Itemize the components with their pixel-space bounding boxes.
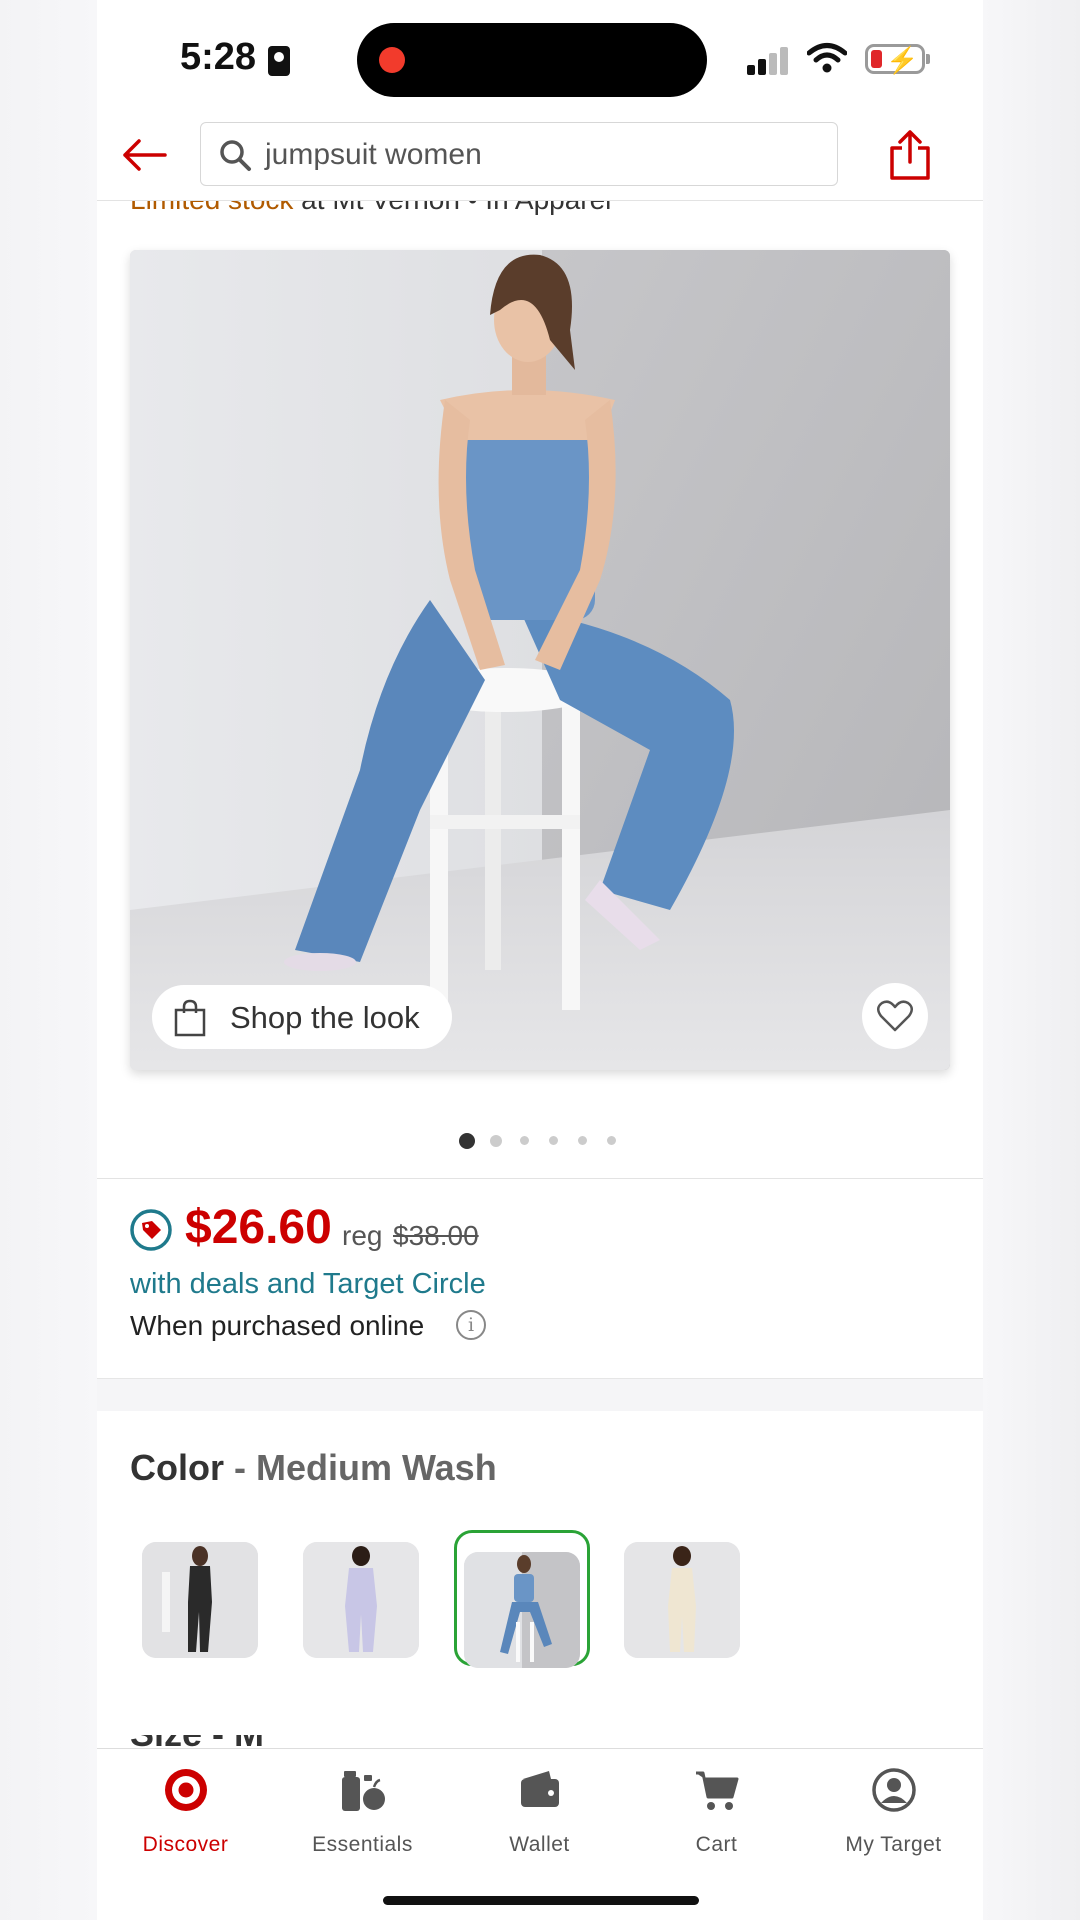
home-indicator (383, 1896, 699, 1905)
section-divider (97, 1178, 983, 1179)
swatch-image (142, 1542, 258, 1658)
swatch-image (303, 1542, 419, 1658)
status-time: 5:28 (180, 36, 257, 78)
section-separator-band (97, 1378, 983, 1411)
product-image[interactable]: Shop the look (130, 250, 950, 1070)
color-swatch-cream[interactable] (624, 1542, 740, 1658)
contact-card-icon (268, 46, 290, 76)
account-icon (872, 1768, 916, 1812)
cellular-signal-icon (747, 45, 791, 75)
target-circle-deals-link[interactable]: with deals and Target Circle (130, 1268, 486, 1301)
color-separator: - (224, 1447, 256, 1488)
recording-indicator-icon (379, 47, 405, 73)
color-swatch-medium-wash[interactable] (464, 1552, 580, 1668)
sale-price: $26.60 (185, 1201, 332, 1254)
deal-tag-icon (130, 1209, 172, 1251)
nav-label: Essentials (312, 1833, 413, 1856)
nav-label: Cart (695, 1833, 738, 1856)
wallet-icon (521, 1771, 559, 1807)
shop-the-look-button[interactable]: Shop the look (152, 985, 452, 1049)
back-arrow-icon[interactable] (119, 135, 169, 175)
shopping-bag-icon (174, 999, 206, 1037)
selected-color-name: Medium Wash (256, 1447, 497, 1488)
share-icon[interactable] (887, 128, 933, 182)
purchase-condition-text: When purchased online (130, 1310, 425, 1341)
carousel-dot[interactable] (520, 1136, 529, 1145)
carousel-dot-active[interactable] (459, 1133, 475, 1149)
heart-icon (877, 1000, 913, 1032)
carousel-dot[interactable] (549, 1136, 558, 1145)
nav-my-target[interactable]: My Target (805, 1749, 982, 1859)
nav-label: Discover (142, 1833, 229, 1856)
wifi-icon (807, 43, 847, 73)
phone-screen: 5:28 ⚡ jumpsuit women Shop the look $26.… (97, 0, 983, 1920)
search-icon (220, 140, 251, 171)
search-query: jumpsuit women (265, 138, 482, 171)
status-bar: 5:28 ⚡ (97, 0, 983, 110)
nav-label: My Target (845, 1833, 942, 1856)
nav-essentials[interactable]: Essentials (274, 1749, 451, 1859)
regular-price: $38.00 (393, 1220, 479, 1251)
background-right (983, 0, 1080, 1920)
shop-the-look-label: Shop the look (230, 1000, 420, 1035)
carousel-pagination (97, 1130, 983, 1150)
nav-wallet[interactable]: Wallet (451, 1749, 628, 1859)
carousel-dot[interactable] (578, 1136, 587, 1145)
cart-icon (696, 1771, 739, 1810)
dynamic-island (357, 23, 707, 97)
swatch-image (464, 1552, 580, 1668)
search-header: jumpsuit women (97, 110, 983, 201)
background-left (0, 0, 97, 1920)
bottom-navigation: Discover Essentials Wallet Cart My Targe… (97, 1748, 983, 1920)
info-icon[interactable]: i (456, 1310, 486, 1340)
nav-cart[interactable]: Cart (628, 1749, 805, 1859)
bullseye-icon (165, 1769, 207, 1811)
color-swatch-list (97, 1530, 983, 1670)
search-input[interactable]: jumpsuit women (200, 122, 838, 186)
nav-discover[interactable]: Discover (97, 1749, 274, 1859)
battery-icon: ⚡ (865, 44, 925, 75)
color-swatch-black[interactable] (142, 1542, 258, 1658)
size-heading-peek: Size - M (130, 1735, 264, 1749)
color-swatch-lavender[interactable] (303, 1542, 419, 1658)
carousel-dot[interactable] (490, 1135, 502, 1147)
favorite-button[interactable] (862, 983, 928, 1049)
carousel-dot[interactable] (607, 1136, 616, 1145)
color-heading: Color - Medium Wash (130, 1447, 497, 1489)
swatch-image (624, 1542, 740, 1658)
product-photo (130, 250, 950, 1070)
regular-price-label: reg (342, 1220, 383, 1251)
battery-tip (926, 54, 930, 64)
color-label: Color (130, 1447, 224, 1488)
essentials-icon (342, 1771, 385, 1811)
nav-label: Wallet (509, 1833, 570, 1856)
